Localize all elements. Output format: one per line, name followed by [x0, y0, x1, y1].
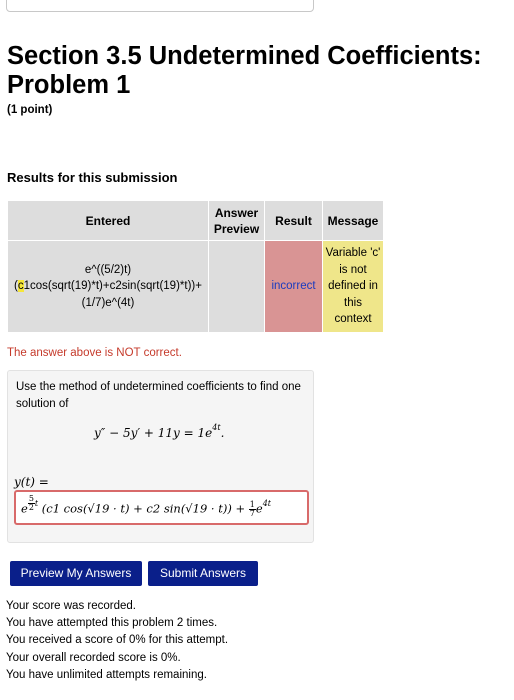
score-status: Your score was recorded. You have attemp… [6, 598, 228, 684]
status-line: You have unlimited attempts remaining. [6, 668, 207, 681]
status-line: You received a score of 0% for this atte… [6, 634, 229, 647]
answer-exponent: 52t [27, 495, 39, 512]
equation-period: . [220, 426, 225, 440]
equation-exponent: 4t [212, 423, 221, 432]
header-entered: Entered [7, 200, 209, 241]
submit-answers-button[interactable]: Submit Answers [148, 561, 258, 586]
preview-answers-button[interactable]: Preview My Answers [10, 561, 142, 586]
page-title: Section 3.5 Undetermined Coefficients: P… [7, 42, 482, 99]
status-line: You have attempted this problem 2 times. [6, 617, 218, 630]
status-line: Your score was recorded. [6, 600, 136, 612]
problem-box: Use the method of undetermined coefficie… [7, 370, 314, 543]
problem-points: (1 point) [7, 104, 53, 116]
tail-base: e [255, 501, 263, 516]
coef-fraction: 17 [248, 501, 256, 518]
frac-den: 7 [249, 509, 255, 518]
result-cell: incorrect [264, 240, 323, 333]
problem-instruction: Use the method of undetermined coefficie… [16, 381, 301, 410]
answer-preview-cell [208, 240, 265, 333]
entered-line-3: (1/7)e^(4t) [81, 296, 135, 309]
header-result: Result [264, 200, 323, 241]
exp-den: 2 [28, 503, 34, 512]
table-row: e^((5/2)t) (c1cos(sqrt(19)*t)+c2sin(sqrt… [7, 240, 384, 333]
entered-line-2: 1cos(sqrt(19)*t)+c2sin(sqrt(19)*t))+ [23, 280, 202, 293]
equation-text: y″ − 5y′ + 11y = 1e [94, 426, 213, 440]
results-heading: Results for this submission [7, 170, 178, 185]
results-header-row: Entered Answer Preview Result Message [7, 200, 384, 241]
not-correct-message: The answer above is NOT correct. [7, 347, 182, 359]
entered-line-1: e^((5/2)t) [84, 263, 132, 276]
status-line: Your overall recorded score is 0%. [6, 651, 181, 664]
entered-cell: e^((5/2)t) (c1cos(sqrt(19)*t)+c2sin(sqrt… [7, 240, 209, 333]
answer-label: y(t) = [14, 475, 49, 489]
answer-input[interactable]: e52t (c1 cos(√19 · t) + c2 sin(√19 · t))… [14, 490, 309, 525]
header-message: Message [322, 200, 384, 241]
answer-math: e52t (c1 cos(√19 · t) + c2 sin(√19 · t))… [21, 495, 271, 519]
results-table: Entered Answer Preview Result Message e^… [7, 200, 384, 333]
exp-fraction: 52 [27, 495, 35, 512]
answer-base: e [21, 501, 28, 516]
exp-var: t [34, 498, 39, 508]
message-cell: Variable 'c' is not defined in this cont… [322, 240, 384, 333]
header-answer-preview: Answer Preview [208, 200, 265, 241]
tail-exponent: 4t [262, 498, 271, 508]
answer-body: (c1 cos(√19 · t) + c2 sin(√19 · t)) + [41, 501, 249, 516]
previous-section-frame [6, 0, 314, 12]
differential-equation: y″ − 5y′ + 11y = 1e4t. [94, 423, 225, 440]
